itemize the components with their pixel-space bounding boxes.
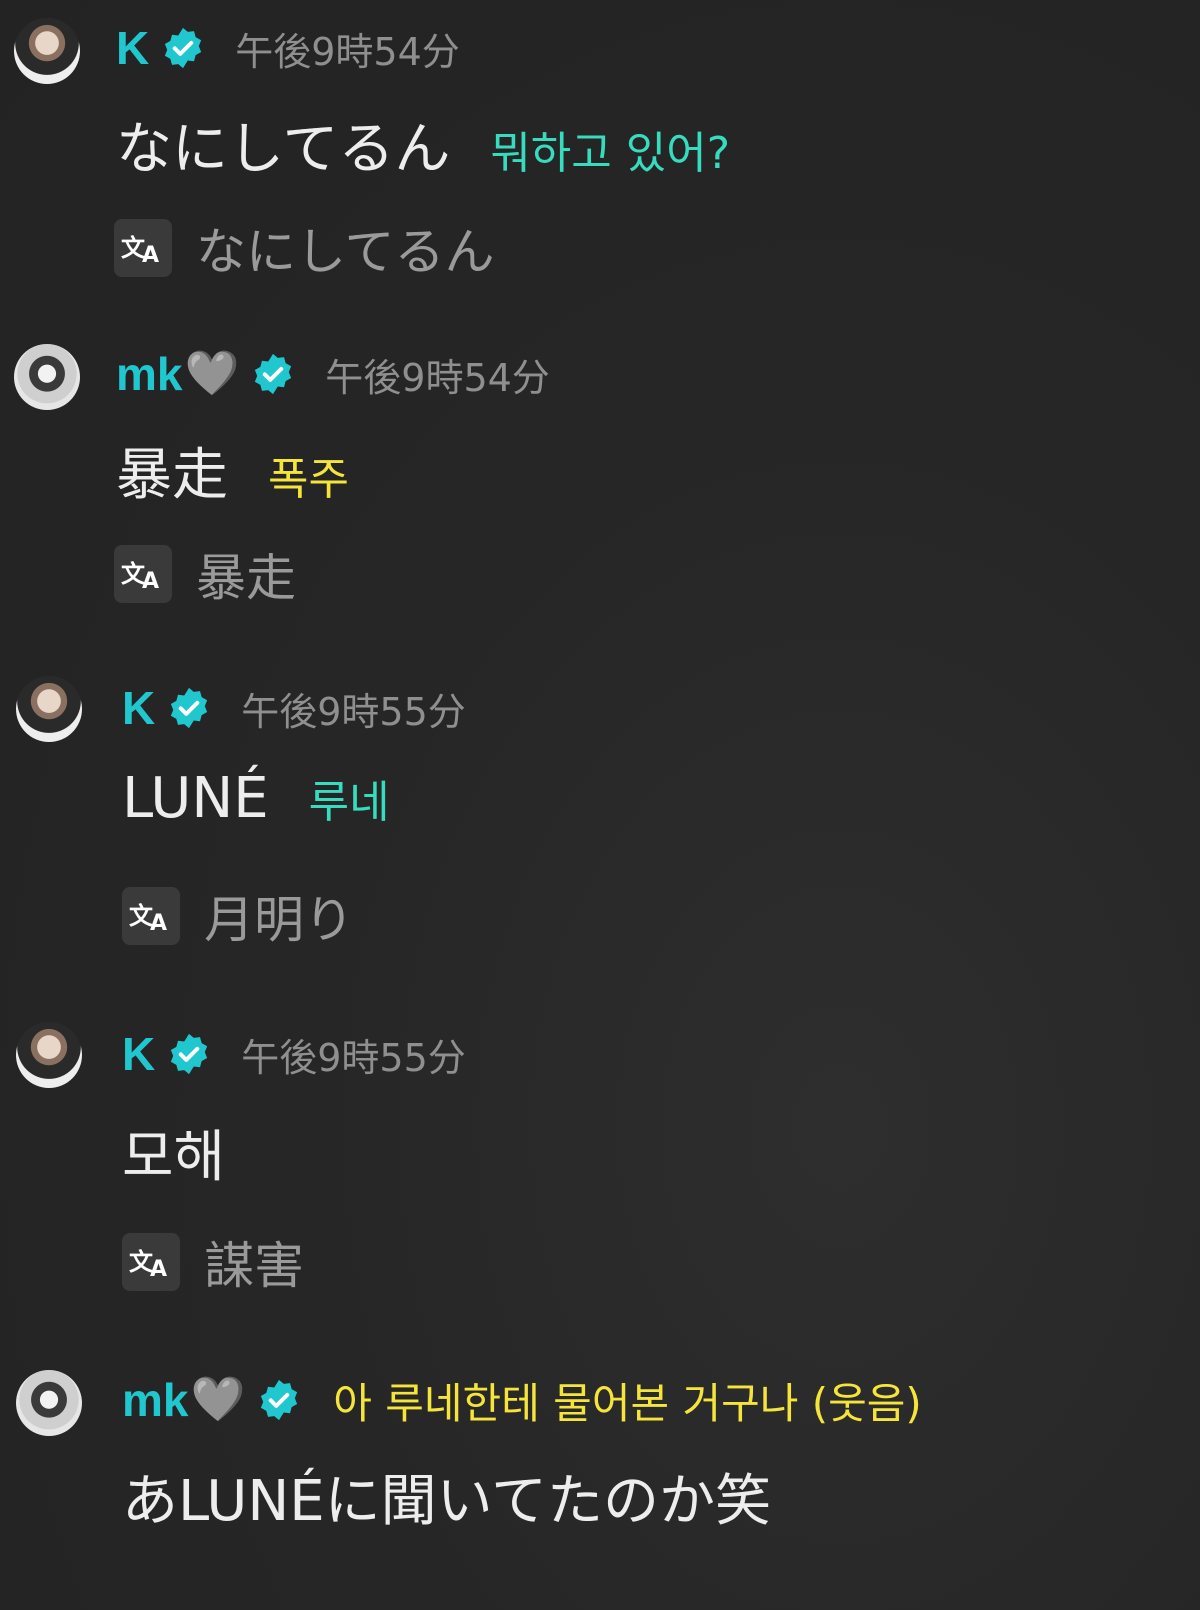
message-header: K 午後9時55分 xyxy=(122,678,466,738)
timestamp: 午後9時55分 xyxy=(241,689,466,734)
korean-gloss: 아 루네한테 물어본 거구나 (웃음) xyxy=(333,1378,922,1428)
message-text: あLUNÉに聞いてたのか笑 xyxy=(122,1469,771,1534)
verified-badge-icon xyxy=(255,353,292,395)
translate-icon[interactable]: 文 A xyxy=(114,545,172,603)
message-content: 모해 xyxy=(122,1112,225,1193)
timestamp: 午後9時54分 xyxy=(235,29,460,74)
message-content: あLUNÉに聞いてたのか笑 xyxy=(122,1456,771,1537)
username[interactable]: K xyxy=(122,1027,155,1081)
verified-badge-icon xyxy=(171,1033,208,1075)
avatar[interactable] xyxy=(16,676,82,742)
avatar[interactable] xyxy=(16,1370,82,1436)
message-text: なにしてるん xyxy=(116,117,451,182)
message-content: 暴走 폭주 xyxy=(116,430,349,511)
verified-badge-icon xyxy=(261,1379,298,1421)
translated-text: なにしてるん xyxy=(196,223,495,281)
username[interactable]: mk xyxy=(122,1373,188,1427)
grey-heart-icon: 🩶 xyxy=(190,1374,246,1425)
translation-row: 文 A なにしてるん xyxy=(114,212,495,284)
svg-text:A: A xyxy=(142,243,159,268)
svg-text:A: A xyxy=(142,569,159,594)
message-header: K 午後9時55分 xyxy=(122,1024,466,1084)
timestamp: 午後9時55分 xyxy=(241,1035,466,1080)
message-header: K 午後9時54分 xyxy=(116,18,460,78)
translation-row: 文 A 月明り xyxy=(122,880,354,952)
svg-text:A: A xyxy=(150,1257,167,1282)
verified-badge-icon xyxy=(171,687,208,729)
translate-icon[interactable]: 文 A xyxy=(114,219,172,277)
verified-badge-icon xyxy=(165,27,202,69)
korean-gloss: 루네 xyxy=(308,777,390,828)
username[interactable]: mk xyxy=(116,347,182,401)
avatar[interactable] xyxy=(14,18,80,84)
translate-icon[interactable]: 文 A xyxy=(122,1233,180,1291)
username[interactable]: K xyxy=(122,681,155,735)
message-content: LUNÉ 루네 xyxy=(122,766,390,831)
translated-text: 月明り xyxy=(204,891,354,949)
message-text: 暴走 xyxy=(116,443,228,508)
message-content: なにしてるん 뭐하고 있어? xyxy=(116,104,730,185)
korean-gloss: 폭주 xyxy=(268,454,349,505)
translation-row: 文 A 謀害 xyxy=(122,1226,304,1298)
avatar[interactable] xyxy=(16,1022,82,1088)
svg-text:A: A xyxy=(150,911,167,936)
avatar[interactable] xyxy=(14,344,80,410)
translate-icon[interactable]: 文 A xyxy=(122,887,180,945)
message-header: mk 🩶 아 루네한테 물어본 거구나 (웃음) xyxy=(122,1370,922,1430)
grey-heart-icon: 🩶 xyxy=(184,348,240,399)
message-header: mk 🩶 午後9時54分 xyxy=(116,344,550,404)
message-text: 모해 xyxy=(122,1125,226,1190)
translated-text: 暴走 xyxy=(196,549,296,607)
username[interactable]: K xyxy=(116,21,149,75)
message-text: LUNÉ xyxy=(122,766,269,831)
translated-text: 謀害 xyxy=(204,1237,304,1295)
translation-row: 文 A 暴走 xyxy=(114,538,296,610)
timestamp: 午後9時54分 xyxy=(325,355,550,400)
korean-gloss: 뭐하고 있어? xyxy=(490,128,731,179)
